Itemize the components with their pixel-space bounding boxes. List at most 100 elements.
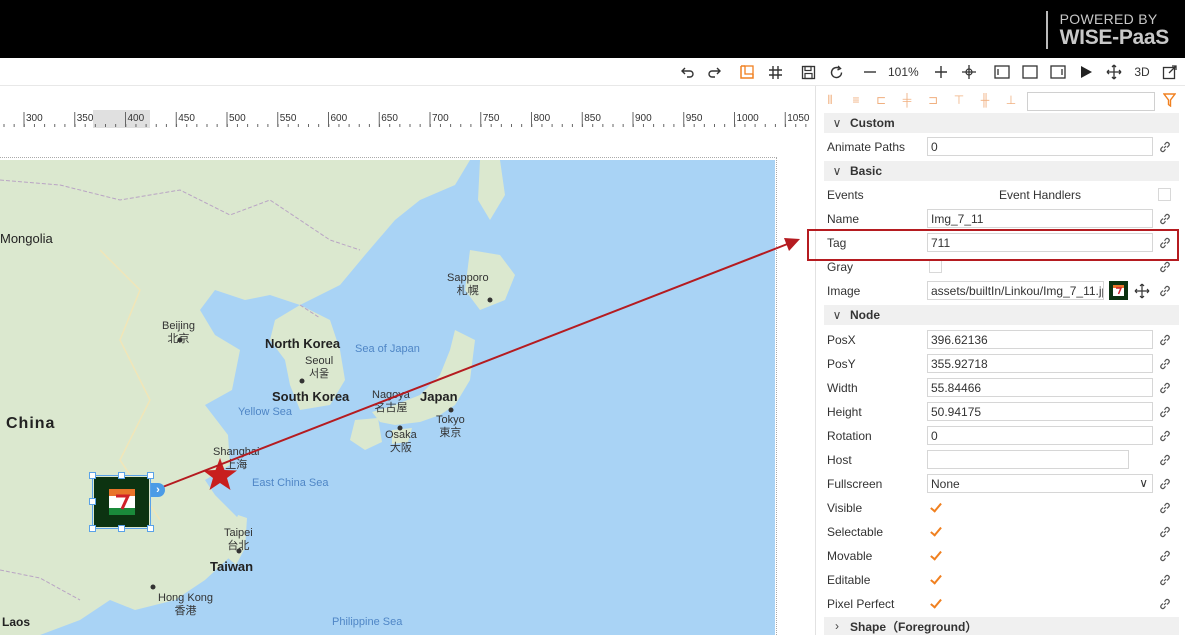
editable-checkbox[interactable] (929, 573, 942, 586)
height-input[interactable]: 50.94175 (927, 402, 1153, 421)
chevron-down-icon: ∨ (832, 308, 842, 322)
map-label-osaka: Osaka 大阪 (385, 429, 417, 455)
zoom-in-icon[interactable] (931, 62, 951, 82)
image-path-input[interactable]: assets/builtIn/Linkou/Img_7_11.jp (927, 281, 1104, 300)
align-center-icon[interactable]: ╪ (899, 92, 915, 108)
posx-input[interactable]: 396.62136 (927, 330, 1153, 349)
frame-icon[interactable] (1020, 62, 1040, 82)
link-icon[interactable] (1158, 501, 1172, 515)
undo-icon[interactable] (678, 62, 698, 82)
link-icon[interactable] (1158, 525, 1172, 539)
resize-handle-ne[interactable] (147, 472, 154, 479)
fullscreen-select[interactable]: None ∨ (927, 474, 1153, 493)
align-left-icon[interactable]: ⊏ (873, 92, 889, 108)
link-icon[interactable] (1158, 597, 1172, 611)
horizontal-ruler: 300 350 400 450 500 550 600 650 700 750 800 850 900 9… (0, 106, 815, 128)
chevron-down-icon: ∨ (1139, 476, 1148, 490)
align-left-edges-icon[interactable]: ⫴ (822, 92, 838, 108)
fullscreen-icon[interactable] (1160, 62, 1180, 82)
osaka-zh-text: 大阪 (389, 442, 412, 454)
ruler-tick-label: 400 (128, 113, 145, 124)
prop-label: Gray (827, 260, 854, 274)
taipei-zh-text: 台北 (227, 540, 250, 552)
link-icon[interactable] (1158, 284, 1172, 298)
host-input[interactable] (927, 450, 1129, 469)
posy-input[interactable]: 355.92718 (927, 354, 1153, 373)
link-icon[interactable] (1158, 405, 1172, 419)
link-icon[interactable] (1158, 381, 1172, 395)
link-icon[interactable] (1158, 357, 1172, 371)
move-icon[interactable] (1104, 62, 1124, 82)
resize-handle-se[interactable] (147, 525, 154, 532)
visible-checkbox[interactable] (929, 501, 942, 514)
resize-handle-s[interactable] (118, 525, 125, 532)
property-filter-input[interactable] (1027, 92, 1155, 111)
resize-handle-n[interactable] (118, 472, 125, 479)
movable-checkbox[interactable] (929, 549, 942, 562)
section-shape-foreground[interactable]: › Shape（Foreground） (824, 617, 1179, 635)
align-hcenter-icon[interactable]: ≡ (848, 92, 864, 108)
map-label-taipei: Taipei 台北 (224, 527, 253, 553)
link-icon[interactable] (1158, 477, 1172, 491)
prop-movable: Movable (816, 544, 1185, 568)
link-icon[interactable] (1158, 260, 1172, 274)
editor-toolbar: 101% 3D (0, 58, 1185, 86)
align-right-icon[interactable]: ⊐ (925, 92, 941, 108)
section-node[interactable]: ∨ Node (824, 305, 1179, 325)
section-custom[interactable]: ∨ Custom (824, 113, 1179, 133)
map-label-laos: Laos (2, 615, 31, 629)
link-icon[interactable] (1158, 333, 1172, 347)
nagoya-zh-text: 名古屋 (374, 402, 408, 414)
resize-handle-sw[interactable] (89, 525, 96, 532)
map-label-beijing: Beijing 北京 (162, 320, 195, 346)
align-middle-icon[interactable]: ╫ (977, 92, 993, 108)
fit-icon[interactable] (959, 62, 979, 82)
section-basic[interactable]: ∨ Basic (824, 161, 1179, 181)
link-icon[interactable] (1158, 573, 1172, 587)
link-icon[interactable] (1158, 549, 1172, 563)
connection-port-icon[interactable]: › (151, 483, 165, 497)
link-icon[interactable] (1158, 212, 1172, 226)
prop-label: Editable (827, 573, 871, 587)
zoom-out-icon[interactable] (860, 62, 880, 82)
selectable-checkbox[interactable] (929, 525, 942, 538)
chevron-right-icon: › (835, 619, 839, 633)
ruler-ticks: 300 350 400 450 500 550 600 650 700 750 800 850 900 9… (3, 112, 810, 127)
prop-posy: PosY 355.92718 (816, 352, 1185, 376)
save-icon[interactable] (798, 62, 818, 82)
name-input[interactable]: Img_7_11 (927, 209, 1153, 228)
rect-view-icon[interactable] (992, 62, 1012, 82)
redo-icon[interactable] (704, 62, 724, 82)
rotation-input[interactable]: 0 (927, 426, 1153, 445)
filter-icon[interactable] (1162, 93, 1177, 110)
link-icon[interactable] (1158, 453, 1172, 467)
event-handlers-button[interactable]: Event Handlers (999, 188, 1081, 202)
pixel-perfect-checkbox[interactable] (929, 597, 942, 610)
grid-icon[interactable] (765, 62, 785, 82)
prop-label: PosY (827, 357, 856, 371)
move-icon[interactable] (1134, 283, 1150, 299)
resize-handle-w[interactable] (89, 498, 96, 505)
snap-icon[interactable] (737, 62, 757, 82)
gray-checkbox[interactable] (929, 260, 942, 273)
3d-view-button[interactable]: 3D (1132, 62, 1152, 82)
prop-fullscreen: Fullscreen None ∨ (816, 472, 1185, 496)
osaka-en-text: Osaka (385, 429, 417, 441)
tokyo-en-text: Tokyo (436, 414, 465, 426)
prop-label: Rotation (827, 429, 872, 443)
link-icon[interactable] (1158, 429, 1172, 443)
editor-canvas[interactable]: Mongolia China Beijing 北京 North Korea Se… (0, 128, 815, 635)
width-input[interactable]: 55.84466 (927, 378, 1153, 397)
map-label-mongolia: Mongolia (0, 231, 53, 246)
events-checkbox[interactable] (1158, 188, 1171, 201)
play-icon[interactable] (1076, 62, 1096, 82)
selection-box[interactable] (89, 472, 154, 532)
animate-paths-input[interactable]: 0 (927, 137, 1153, 156)
image-thumbnail[interactable] (1109, 281, 1128, 300)
reload-icon[interactable] (826, 62, 846, 82)
panel-icon[interactable] (1048, 62, 1068, 82)
link-icon[interactable] (1158, 140, 1172, 154)
align-top-icon[interactable]: ⊤ (951, 92, 967, 108)
resize-handle-nw[interactable] (89, 472, 96, 479)
align-bottom-icon[interactable]: ⊥ (1003, 92, 1019, 108)
